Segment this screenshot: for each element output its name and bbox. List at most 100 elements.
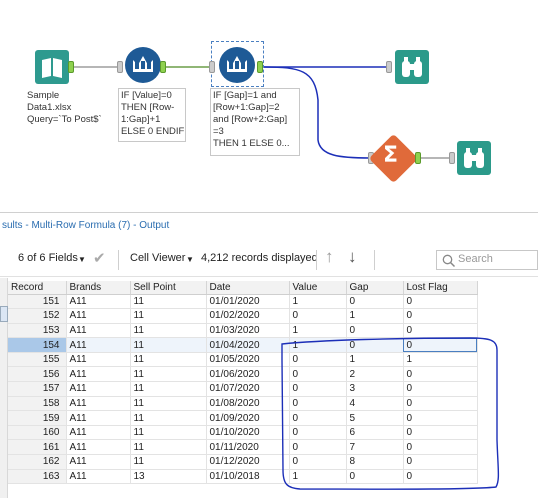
input-anchor[interactable] [117,61,123,73]
table-cell[interactable]: 11 [130,352,207,368]
table-cell[interactable]: 0 [289,410,347,426]
dropdown-arrow-icon[interactable]: ▼ [78,255,86,264]
record-number-cell[interactable]: 156 [8,366,67,383]
table-row[interactable]: 159 A11 11 01/09/2020 0 5 0 [8,410,478,426]
output-anchor[interactable] [160,61,166,73]
table-cell[interactable]: 0 [346,323,404,339]
table-cell[interactable]: 11 [130,323,207,339]
table-cell[interactable]: 01/06/2020 [206,366,290,383]
table-cell[interactable]: 0 [403,308,478,324]
table-cell[interactable]: 0 [289,454,347,470]
table-cell[interactable]: 2 [346,366,404,383]
table-cell[interactable]: 11 [130,294,207,310]
column-header[interactable]: Sell Point [130,281,207,295]
table-cell[interactable]: 0 [403,366,478,383]
table-row[interactable]: 154 A11 11 01/04/2020 1 0 0 [8,337,478,353]
table-row[interactable]: 151 A11 11 01/01/2020 1 0 0 [8,294,478,310]
arrow-up-icon[interactable]: ↑ [325,247,334,267]
table-cell[interactable]: 1 [289,469,347,485]
table-cell[interactable]: 0 [346,294,404,310]
table-cell[interactable]: A11 [66,425,131,441]
dropdown-arrow-icon[interactable]: ▼ [186,255,194,264]
multi-row-formula-tool-2[interactable] [219,47,255,83]
search-input[interactable]: Search [436,250,538,270]
table-cell[interactable]: 0 [403,323,478,339]
table-cell[interactable]: 0 [289,439,347,456]
table-cell[interactable]: 01/10/2020 [206,425,290,441]
table-cell[interactable]: 1 [289,337,347,353]
table-cell[interactable]: 11 [130,308,207,324]
table-cell[interactable]: 01/07/2020 [206,381,290,397]
table-cell[interactable]: 0 [289,308,347,324]
input-anchor[interactable] [449,152,455,164]
table-cell[interactable]: A11 [66,323,131,339]
table-cell[interactable]: 0 [403,454,478,470]
table-cell[interactable]: 0 [403,294,478,310]
panel-toggle[interactable] [0,306,8,322]
table-cell[interactable]: 5 [346,410,404,426]
table-cell[interactable]: 0 [289,425,347,441]
table-cell[interactable]: 0 [403,410,478,426]
table-cell[interactable]: 1 [346,352,404,368]
record-number-cell[interactable]: 162 [8,454,67,470]
multi-row-formula-tool-1[interactable] [125,47,161,83]
table-cell[interactable]: 0 [346,469,404,485]
record-number-cell[interactable]: 154 [8,337,67,353]
table-cell[interactable]: 6 [346,425,404,441]
table-cell[interactable]: 0 [289,366,347,383]
table-cell[interactable]: 01/03/2020 [206,323,290,339]
table-row[interactable]: 157 A11 11 01/07/2020 0 3 0 [8,381,478,397]
table-row[interactable]: 161 A11 11 01/11/2020 0 7 0 [8,439,478,456]
table-cell[interactable]: 1 [289,294,347,310]
browse-tool-2[interactable] [457,141,491,175]
table-cell[interactable]: 0 [289,352,347,368]
table-row[interactable]: 162 A11 11 01/12/2020 0 8 0 [8,454,478,470]
record-number-cell[interactable]: 163 [8,469,67,485]
table-cell[interactable]: 11 [130,396,207,412]
table-cell[interactable]: A11 [66,454,131,470]
table-cell[interactable]: 0 [403,337,478,353]
table-cell[interactable]: 0 [403,396,478,412]
table-cell[interactable]: 3 [346,381,404,397]
table-row[interactable]: 152 A11 11 01/02/2020 0 1 0 [8,308,478,324]
workflow-canvas[interactable]: Sample Data1.xlsx Query=`To Post$` IF [V… [0,0,538,212]
table-cell[interactable]: 01/04/2020 [206,337,290,353]
table-cell[interactable]: 01/02/2020 [206,308,290,324]
table-cell[interactable]: A11 [66,352,131,368]
table-cell[interactable]: A11 [66,381,131,397]
table-cell[interactable]: 01/01/2020 [206,294,290,310]
output-anchor[interactable] [257,61,263,73]
record-number-cell[interactable]: 155 [8,352,67,368]
table-cell[interactable]: A11 [66,469,131,485]
table-row[interactable]: 158 A11 11 01/08/2020 0 4 0 [8,396,478,412]
column-header[interactable]: Lost Flag [403,281,478,295]
table-cell[interactable]: 8 [346,454,404,470]
cell-viewer-button[interactable]: Cell Viewer [130,252,185,264]
record-number-cell[interactable]: 158 [8,396,67,412]
table-cell[interactable]: A11 [66,410,131,426]
table-row[interactable]: 156 A11 11 01/06/2020 0 2 0 [8,366,478,383]
table-cell[interactable]: 0 [346,337,404,353]
table-cell[interactable]: 11 [130,439,207,456]
table-cell[interactable]: 11 [130,337,207,353]
table-cell[interactable]: A11 [66,396,131,412]
table-cell[interactable]: 0 [289,381,347,397]
table-cell[interactable]: A11 [66,308,131,324]
column-header[interactable]: Brands [66,281,131,295]
table-cell[interactable]: 01/05/2020 [206,352,290,368]
table-cell[interactable]: A11 [66,337,131,353]
browse-tool-1[interactable] [395,50,429,84]
table-cell[interactable]: 0 [403,439,478,456]
table-cell[interactable]: 01/11/2020 [206,439,290,456]
table-cell[interactable]: 11 [130,454,207,470]
table-cell[interactable]: A11 [66,294,131,310]
record-number-cell[interactable]: 159 [8,410,67,426]
checkmark-icon[interactable]: ✔ [93,249,106,267]
table-cell[interactable]: 0 [289,396,347,412]
record-number-cell[interactable]: 152 [8,308,67,324]
table-cell[interactable]: 7 [346,439,404,456]
table-cell[interactable]: 1 [346,308,404,324]
record-number-cell[interactable]: 160 [8,425,67,441]
fields-selector[interactable]: 6 of 6 Fields [18,252,78,264]
output-anchor[interactable] [415,152,421,164]
